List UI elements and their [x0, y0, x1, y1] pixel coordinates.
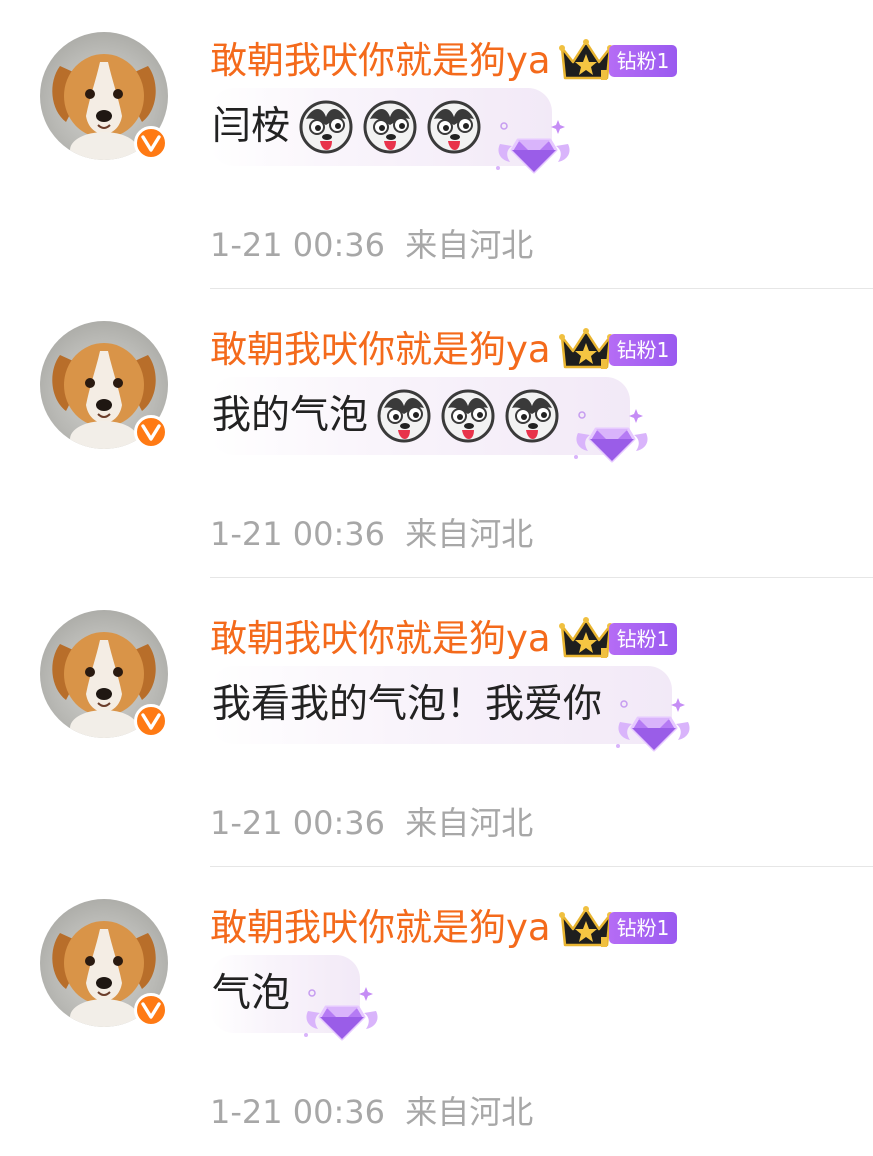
- username[interactable]: 敢朝我吠你就是狗ya: [210, 38, 551, 84]
- verified-icon: [134, 704, 168, 738]
- comment-header: 敢朝我吠你就是狗ya 钻粉1: [210, 616, 678, 662]
- husky-dog-emoji: [299, 100, 353, 154]
- comment-time: 1-21 00:36: [210, 515, 386, 553]
- comment-item: 敢朝我吠你就是狗ya 钻粉1 闫桉 1-21 00:36 来自河北: [0, 0, 873, 289]
- comment-header: 敢朝我吠你就是狗ya 钻粉1: [210, 327, 678, 373]
- verified-icon: [134, 126, 168, 160]
- comment-item: 敢朝我吠你就是狗ya 钻粉1 我看我的气泡！我爱你 1-21 00:36 来自河…: [0, 578, 873, 867]
- husky-dog-emoji: [505, 389, 559, 443]
- comment-meta: 1-21 00:36 来自河北: [210, 798, 533, 844]
- comment-time: 1-21 00:36: [210, 226, 386, 264]
- crown-icon: [558, 39, 613, 80]
- emoji-group: [368, 388, 560, 444]
- diamond-wings-icon: [304, 987, 378, 1041]
- comment-text: 我的气泡: [212, 393, 369, 438]
- comment-text: 闫桉: [212, 104, 291, 149]
- avatar[interactable]: [40, 899, 168, 1027]
- comment-meta: 1-21 00:36 来自河北: [210, 509, 533, 555]
- diamond-wings-icon: [616, 698, 690, 752]
- comment-location: 来自河北: [405, 515, 534, 553]
- verified-icon: [134, 415, 168, 449]
- comment-text: 气泡: [212, 971, 291, 1016]
- crown-icon: [558, 617, 613, 658]
- avatar[interactable]: [40, 321, 168, 449]
- comment-time: 1-21 00:36: [210, 804, 386, 842]
- diamond-wings-icon: [574, 409, 648, 463]
- comment-bubble[interactable]: 气泡: [210, 955, 378, 1041]
- comment-bubble[interactable]: 我看我的气泡！我爱你: [210, 666, 690, 752]
- username[interactable]: 敢朝我吠你就是狗ya: [210, 905, 551, 951]
- fan-level-badge[interactable]: 钻粉1: [608, 912, 678, 944]
- avatar[interactable]: [40, 610, 168, 738]
- husky-dog-emoji: [427, 100, 481, 154]
- comment-location: 来自河北: [405, 804, 534, 842]
- emoji-group: [290, 99, 482, 155]
- comment-header: 敢朝我吠你就是狗ya 钻粉1: [210, 905, 678, 951]
- comment-meta: 1-21 00:36 来自河北: [210, 1087, 533, 1133]
- diamond-wings-icon: [496, 120, 570, 174]
- husky-dog-emoji: [441, 389, 495, 443]
- comment-header: 敢朝我吠你就是狗ya 钻粉1: [210, 38, 678, 84]
- comment-time: 1-21 00:36: [210, 1093, 386, 1131]
- comment-item: 敢朝我吠你就是狗ya 钻粉1 气泡 1-21 00:36 来自河北: [0, 867, 873, 1156]
- comment-location: 来自河北: [405, 1093, 534, 1131]
- fan-level-badge[interactable]: 钻粉1: [608, 623, 678, 655]
- comment-meta: 1-21 00:36 来自河北: [210, 220, 533, 266]
- username[interactable]: 敢朝我吠你就是狗ya: [210, 327, 551, 373]
- husky-dog-emoji: [363, 100, 417, 154]
- avatar[interactable]: [40, 32, 168, 160]
- comment-location: 来自河北: [405, 226, 534, 264]
- comment-text: 我看我的气泡！我爱你: [212, 682, 603, 727]
- fan-level-badge[interactable]: 钻粉1: [608, 334, 678, 366]
- husky-dog-emoji: [377, 389, 431, 443]
- comment-bubble[interactable]: 闫桉: [210, 88, 570, 174]
- fan-level-badge[interactable]: 钻粉1: [608, 45, 678, 77]
- crown-icon: [558, 906, 613, 947]
- crown-icon: [558, 328, 613, 369]
- verified-icon: [134, 993, 168, 1027]
- username[interactable]: 敢朝我吠你就是狗ya: [210, 616, 551, 662]
- comment-item: 敢朝我吠你就是狗ya 钻粉1 我的气泡 1-21 00:36 来自河北: [0, 289, 873, 578]
- comment-bubble[interactable]: 我的气泡: [210, 377, 648, 463]
